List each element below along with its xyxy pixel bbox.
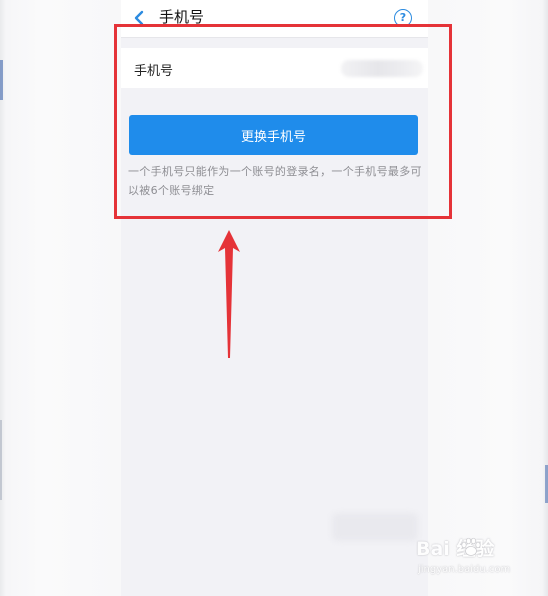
annotation-arrow-icon	[218, 230, 240, 358]
edge-artifact	[0, 420, 2, 500]
watermark-logo-text: Bai 经验	[416, 538, 495, 560]
background-left	[0, 0, 121, 596]
blurred-area	[332, 513, 418, 541]
paw-icon	[461, 537, 481, 556]
watermark-url: jingyan.baidu.com	[418, 564, 511, 575]
highlight-box	[114, 24, 452, 219]
edge-artifact	[0, 60, 3, 100]
watermark: Bai 经验 jingyan.baidu.com	[416, 534, 546, 592]
